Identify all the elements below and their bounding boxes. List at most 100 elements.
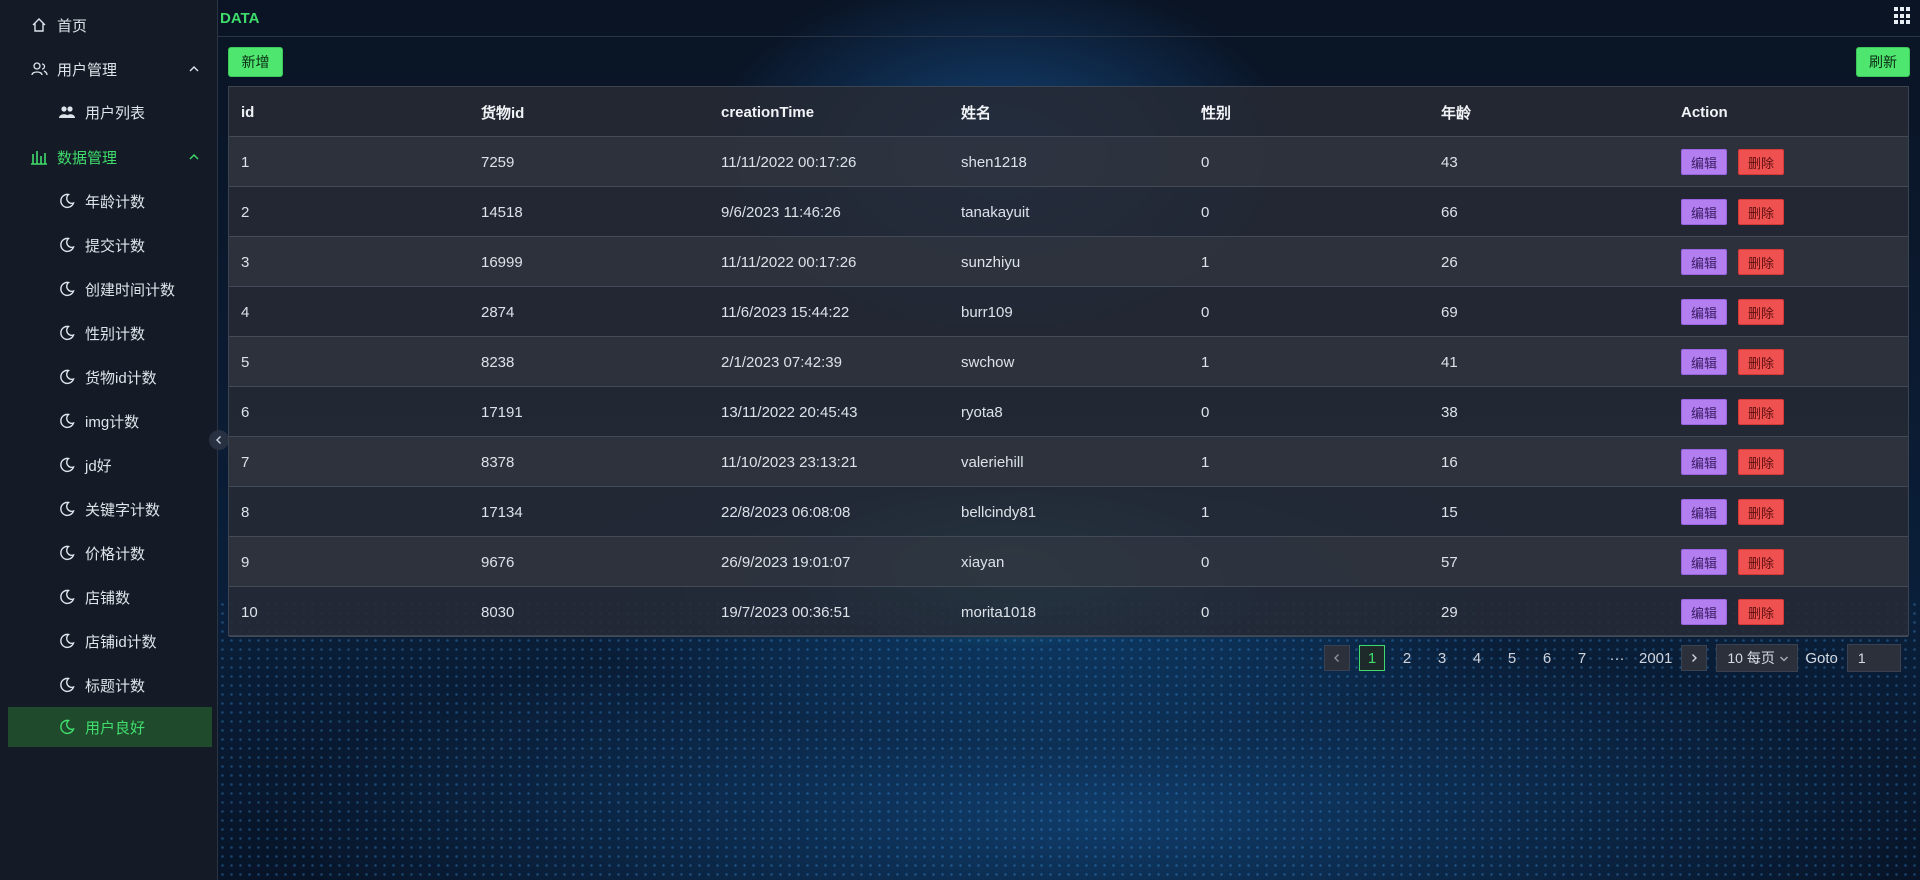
table-cell: 43: [1441, 153, 1458, 171]
sidebar-item-user-mgmt[interactable]: 用户管理: [0, 49, 218, 89]
table-cell: 69: [1441, 303, 1458, 321]
edit-button[interactable]: 编辑: [1681, 199, 1727, 225]
sidebar-item-user-list[interactable]: 用户列表: [0, 92, 218, 132]
sidebar-item-10[interactable]: 店铺数: [0, 577, 218, 617]
table-row: 8 17134 22/8/2023 06:08:08 bellcindy81 1 15 编辑…: [229, 487, 1908, 537]
delete-button[interactable]: 删除: [1738, 299, 1784, 325]
table-cell: 8378: [481, 453, 515, 471]
data-table: id 货物id creationTime 姓名 性别 年龄 Action 1 7259 11/1…: [228, 86, 1909, 637]
page-size-select[interactable]: 10 每页: [1716, 644, 1799, 672]
edit-button[interactable]: 编辑: [1681, 149, 1727, 175]
chevron-up-icon: [189, 66, 199, 72]
sidebar-item-8[interactable]: 关键字计数: [0, 489, 218, 529]
table-cell: xiayan: [961, 553, 1005, 571]
add-button[interactable]: 新增: [228, 47, 283, 77]
sidebar-item-label: 性别计数: [85, 325, 146, 343]
sidebar-item-3[interactable]: 创建时间计数: [0, 269, 218, 309]
delete-button[interactable]: 删除: [1738, 449, 1784, 475]
table-cell: 0: [1201, 553, 1210, 571]
edit-button[interactable]: 编辑: [1681, 449, 1727, 475]
moon-icon: [58, 500, 76, 518]
edit-button[interactable]: 编辑: [1681, 349, 1727, 375]
table-row: 2 14518 9/6/2023 11:46:26 tanakayuit 0 66 编辑 删除: [229, 187, 1908, 237]
sidebar-item-label: 用户管理: [57, 61, 118, 79]
delete-button[interactable]: 删除: [1738, 349, 1784, 375]
bar-chart-icon: [30, 148, 48, 166]
page-button-last[interactable]: 2001: [1639, 645, 1672, 671]
delete-button[interactable]: 删除: [1738, 599, 1784, 625]
table-cell: 41: [1441, 353, 1458, 371]
page-button[interactable]: 2: [1394, 645, 1420, 671]
sidebar-item-label: 价格计数: [85, 545, 146, 563]
delete-button[interactable]: 删除: [1738, 499, 1784, 525]
page-button[interactable]: 5: [1499, 645, 1525, 671]
moon-icon: [58, 280, 76, 298]
table-cell: 9/6/2023 11:46:26: [721, 203, 841, 221]
sidebar: 首页 用户管理 用户列表 数据管理 年龄计数提交计数 创建时间计数性别计数货物id…: [0, 0, 229, 880]
sidebar-item-label: 店铺id计数: [85, 633, 157, 651]
delete-button[interactable]: 删除: [1738, 149, 1784, 175]
goto-page-input[interactable]: 1: [1846, 644, 1901, 672]
sidebar-item-label: 标题计数: [85, 677, 146, 695]
sidebar-item-7[interactable]: jd好: [0, 445, 218, 485]
edit-button[interactable]: 编辑: [1681, 399, 1727, 425]
table-cell: 0: [1201, 403, 1210, 421]
table-cell: 11/11/2022 00:17:26: [721, 253, 857, 271]
table-cell: 2: [241, 203, 250, 221]
table-cell: 0: [1201, 603, 1210, 621]
sidebar-item-6[interactable]: img计数: [0, 401, 218, 441]
page-button[interactable]: 6: [1534, 645, 1560, 671]
edit-button[interactable]: 编辑: [1681, 299, 1727, 325]
delete-button[interactable]: 删除: [1738, 249, 1784, 275]
sidebar-item-9[interactable]: 价格计数: [0, 533, 218, 573]
sidebar-item-13[interactable]: 用户良好: [8, 707, 212, 747]
delete-button[interactable]: 删除: [1738, 399, 1784, 425]
table-cell: 66: [1441, 203, 1458, 221]
sidebar-item-12[interactable]: 标题计数: [0, 665, 218, 705]
sidebar-item-label: 用户列表: [85, 104, 146, 122]
page-button[interactable]: 4: [1464, 645, 1490, 671]
moon-icon: [58, 324, 76, 342]
sidebar-item-11[interactable]: 店铺id计数: [0, 621, 218, 661]
table-cell: 3: [241, 253, 250, 271]
table-cell: ryota8: [961, 403, 1003, 421]
sidebar-item-home[interactable]: 首页: [0, 5, 218, 45]
next-page-button[interactable]: [1681, 645, 1708, 671]
sidebar-item-data-mgmt[interactable]: 数据管理: [0, 137, 218, 177]
action-cell: 编辑 删除: [1681, 537, 1795, 587]
table-cell: 1: [1201, 353, 1210, 371]
pagination: 1234567 ··· 2001 10 每页 Goto 1: [1324, 644, 1901, 672]
delete-button[interactable]: 删除: [1738, 549, 1784, 575]
table-cell: valeriehill: [961, 453, 1024, 471]
action-cell: 编辑 删除: [1681, 587, 1795, 637]
sidebar-item-4[interactable]: 性别计数: [0, 313, 218, 353]
sidebar-item-5[interactable]: 货物id计数: [0, 357, 218, 397]
apps-grid-icon[interactable]: [1894, 7, 1912, 25]
pagination-ellipsis[interactable]: ···: [1604, 645, 1630, 671]
prev-page-button[interactable]: [1324, 645, 1350, 671]
sidebar-item-1[interactable]: 年龄计数: [0, 181, 218, 221]
table-cell: burr109: [961, 303, 1013, 321]
edit-button[interactable]: 编辑: [1681, 549, 1727, 575]
edit-button[interactable]: 编辑: [1681, 599, 1727, 625]
page-button[interactable]: 1: [1359, 645, 1385, 671]
collapse-sidebar-button[interactable]: [209, 430, 229, 450]
sidebar-item-2[interactable]: 提交计数: [0, 225, 218, 265]
moon-icon: [58, 718, 76, 736]
action-cell: 编辑 删除: [1681, 487, 1795, 537]
table-cell: 8238: [481, 353, 515, 371]
edit-button[interactable]: 编辑: [1681, 499, 1727, 525]
sidebar-item-label: img计数: [85, 413, 140, 431]
sidebar-item-label: 年龄计数: [85, 193, 146, 211]
page-button[interactable]: 7: [1569, 645, 1595, 671]
edit-button[interactable]: 编辑: [1681, 249, 1727, 275]
refresh-button[interactable]: 刷新: [1856, 47, 1910, 77]
table-cell: 1: [1201, 503, 1210, 521]
page-button[interactable]: 3: [1429, 645, 1455, 671]
column-header: 性别: [1201, 104, 1232, 122]
column-header: 年龄: [1441, 104, 1472, 122]
delete-button[interactable]: 删除: [1738, 199, 1784, 225]
column-header: creationTime: [721, 103, 815, 121]
table-cell: shen1218: [961, 153, 1027, 171]
table-row: 9 9676 26/9/2023 19:01:07 xiayan 0 57 编辑 删除: [229, 537, 1908, 587]
